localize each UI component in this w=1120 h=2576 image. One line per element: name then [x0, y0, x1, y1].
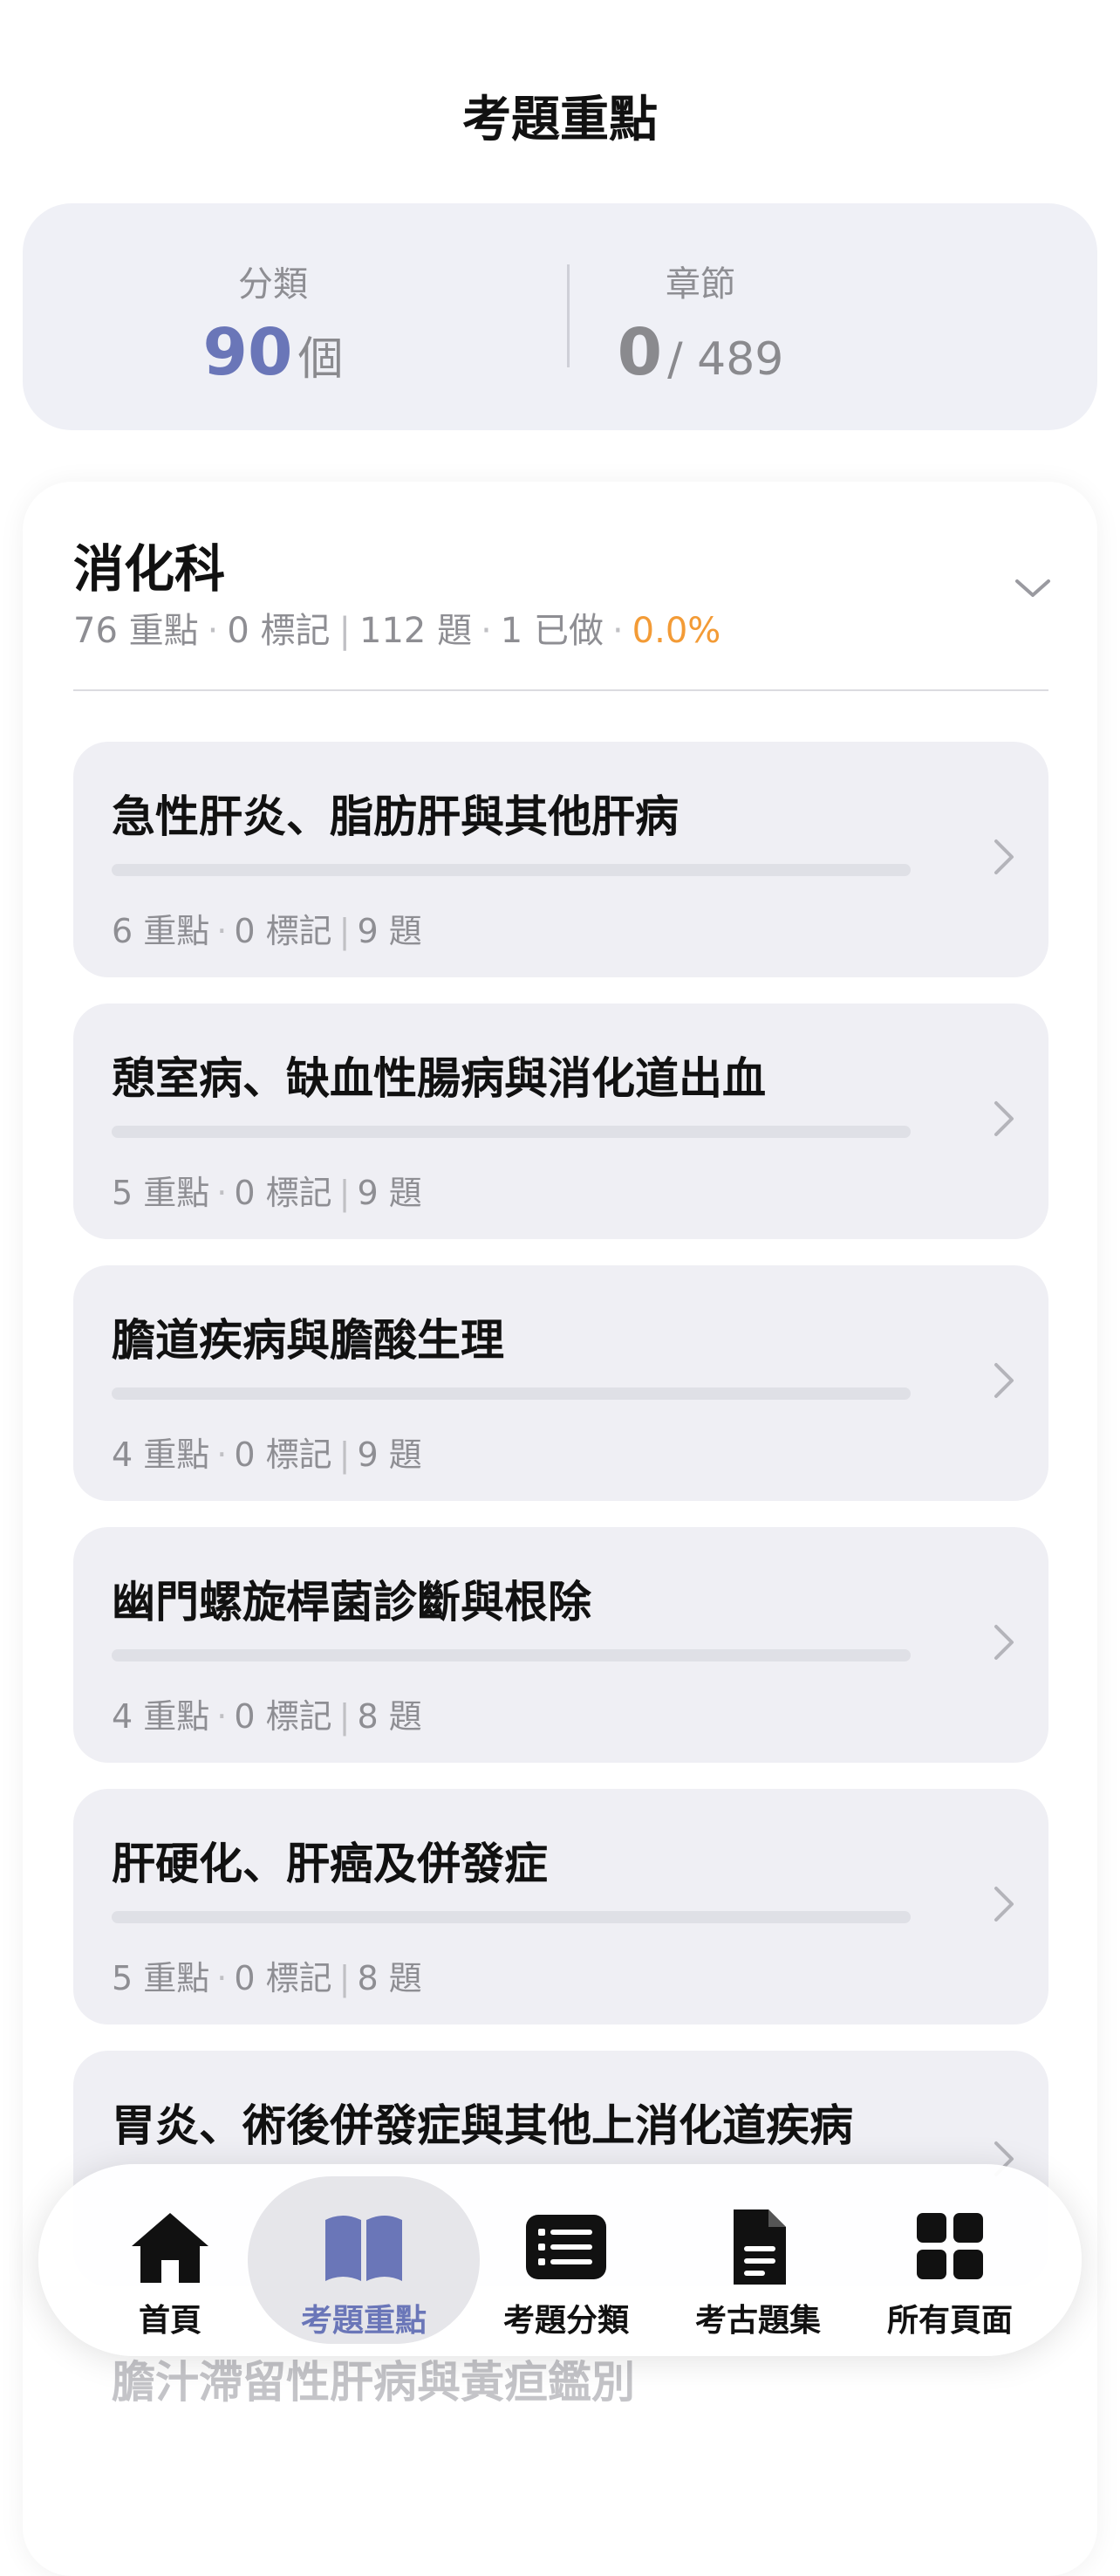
section-points: 76 重點: [73, 611, 199, 651]
chevron-right-icon: [994, 1363, 1014, 1398]
chapter-progress-bar: [112, 1126, 911, 1138]
tab-bar: 首頁 考題重點 考題分類 考古題集 所有頁面: [38, 2164, 1082, 2356]
tab-home[interactable]: 首頁: [70, 2176, 270, 2344]
chapter-progress-bar: [112, 1911, 911, 1923]
category-count: 90: [202, 315, 293, 390]
chapter-meta: 5 重點 · 0 標記 | 8 題: [112, 1959, 422, 1997]
list-icon: [526, 2215, 606, 2279]
chapter-meta: 6 重點 · 0 標記 | 9 題: [112, 912, 422, 950]
chapter-progress-bar: [112, 1649, 911, 1661]
chapter-card[interactable]: 急性肝炎、脂肪肝與其他肝病 6 重點 · 0 標記 | 9 題: [73, 742, 1048, 977]
category-label: 分類: [238, 264, 308, 305]
tab-exam-highlights[interactable]: 考題重點: [248, 2176, 480, 2344]
chapter-title: 肝硬化、肝癌及併發症: [112, 1839, 548, 1889]
chapter-total: / 489: [667, 333, 784, 386]
chevron-down-icon[interactable]: [1012, 567, 1054, 609]
section-done: 1 已做: [500, 611, 604, 651]
chapter-progress-bar: [112, 864, 911, 876]
chapter-card[interactable]: 幽門螺旋桿菌診斷與根除 4 重點 · 0 標記 | 8 題: [73, 1527, 1048, 1763]
page-title: 考題重點: [462, 92, 658, 148]
home-icon: [132, 2213, 208, 2283]
section-questions: 112 題: [359, 611, 473, 651]
chevron-right-icon: [994, 1887, 1014, 1922]
section-marks: 0 標記: [227, 611, 331, 651]
tab-label: 考古題集: [694, 2303, 821, 2339]
chapter-title: 憩室病、缺血性腸病與消化道出血: [112, 1053, 766, 1104]
section-meta: 76 重點 · 0 標記 | 112 題 · 1 已做 · 0.0%: [73, 611, 721, 651]
tab-past-exams[interactable]: 考古題集: [658, 2176, 858, 2344]
chapter-progress-bar: [112, 1387, 911, 1400]
grid-icon: [917, 2213, 983, 2279]
tab-all-pages[interactable]: 所有頁面: [850, 2176, 1050, 2344]
chapter-card[interactable]: 憩室病、缺血性腸病與消化道出血 5 重點 · 0 標記 | 9 題: [73, 1004, 1048, 1239]
tab-label: 所有頁面: [886, 2303, 1013, 2339]
chevron-right-icon: [994, 839, 1014, 874]
chapter-done-count: 0: [617, 315, 663, 390]
chapter-card[interactable]: 肝硬化、肝癌及併發症 5 重點 · 0 標記 | 8 題: [73, 1789, 1048, 2024]
book-icon: [325, 2216, 402, 2281]
tab-label: 考題重點: [300, 2303, 427, 2339]
tab-question-categories[interactable]: 考題分類: [466, 2176, 666, 2344]
chapter-card[interactable]: 膽道疾病與膽酸生理 4 重點 · 0 標記 | 9 題: [73, 1265, 1048, 1501]
chapter-title-peek[interactable]: 膽汁滯留性肝病與黃疸鑑別: [112, 2347, 635, 2410]
category-stat: 分類 90 個: [99, 256, 447, 390]
section-title[interactable]: 消化科: [73, 528, 225, 601]
chapter-title: 幽門螺旋桿菌診斷與根除: [112, 1577, 591, 1627]
tab-label: 考題分類: [502, 2303, 629, 2339]
section-divider: [73, 689, 1048, 691]
stats-card: 分類 90 個 章節 0/ 489: [23, 203, 1097, 430]
section-percent: 0.0%: [632, 611, 721, 651]
chapter-title: 急性肝炎、脂肪肝與其他肝病: [112, 791, 679, 842]
chapter-meta: 5 重點 · 0 標記 | 9 題: [112, 1174, 422, 1212]
chapter-stat: 章節 0/ 489: [526, 256, 875, 390]
chevron-right-icon: [994, 1625, 1014, 1660]
category-unit: 個: [297, 333, 344, 386]
tab-label: 首頁: [138, 2303, 201, 2339]
chapter-title: 胃炎、術後併發症與其他上消化道疾病: [112, 2100, 853, 2151]
chapter-meta: 4 重點 · 0 標記 | 8 題: [112, 1697, 422, 1736]
chapter-label: 章節: [666, 264, 735, 305]
chapter-title: 膽道疾病與膽酸生理: [112, 1315, 504, 1366]
chapter-meta: 4 重點 · 0 標記 | 9 題: [112, 1435, 422, 1474]
document-icon: [734, 2209, 786, 2285]
chevron-right-icon: [994, 1101, 1014, 1136]
